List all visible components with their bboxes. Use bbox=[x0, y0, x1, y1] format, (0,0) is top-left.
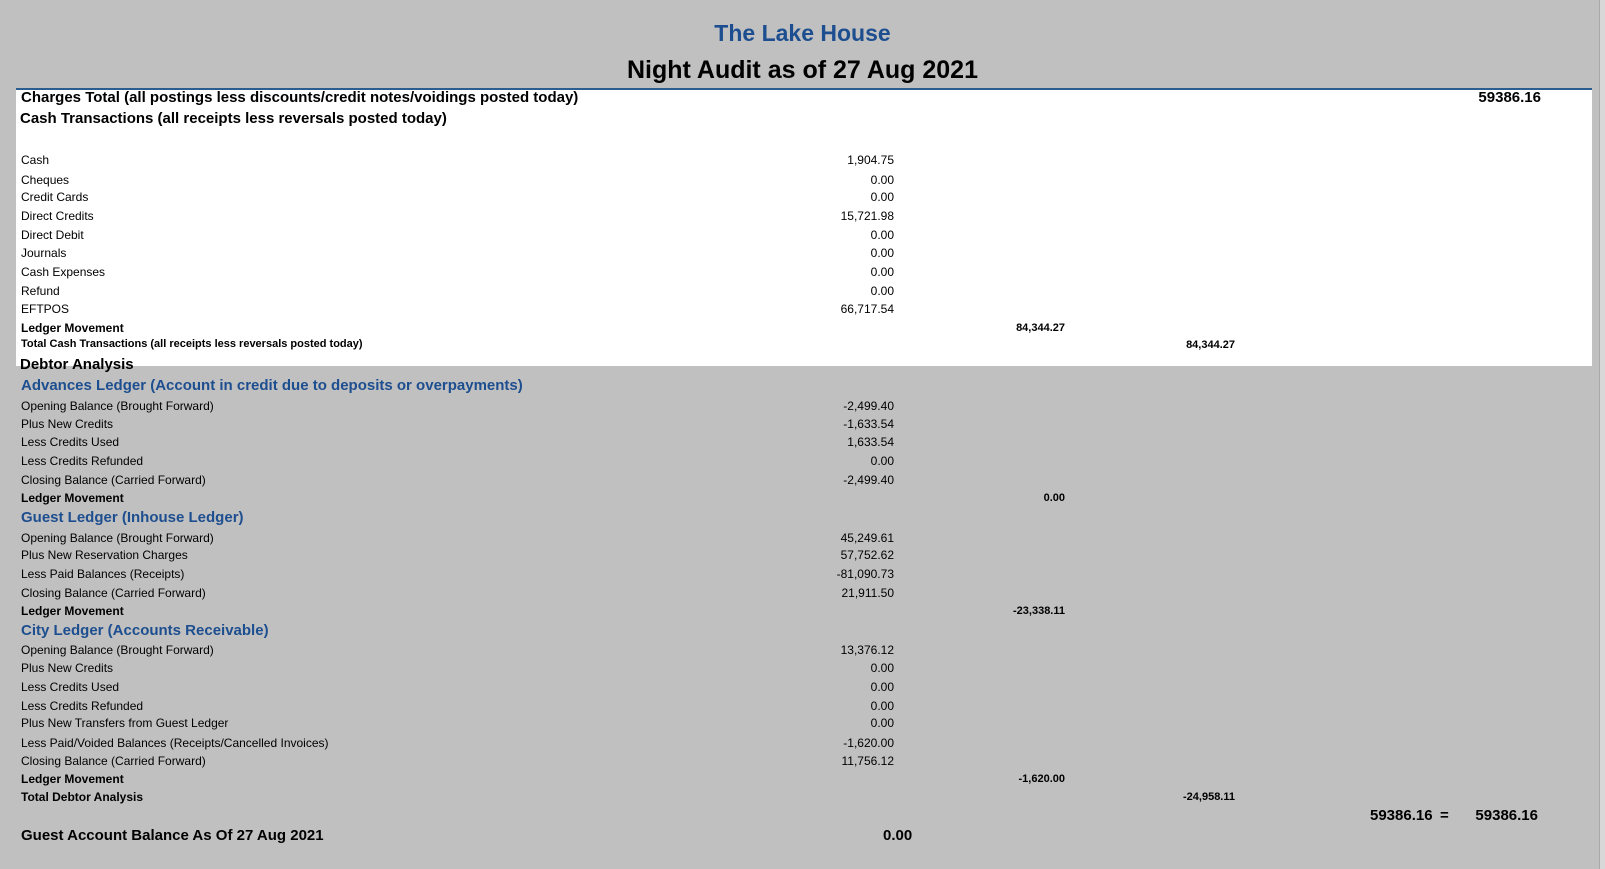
city-row-label: Less Credits Used bbox=[21, 680, 120, 694]
cash-row-value: 0.00 bbox=[870, 246, 894, 260]
guest-row-label: Opening Balance (Brought Forward) bbox=[21, 531, 214, 545]
advances-row-label: Less Credits Refunded bbox=[21, 454, 144, 468]
cash-transactions-header: Cash Transactions (all receipts less rev… bbox=[20, 110, 447, 127]
advances-row-label: Less Credits Used bbox=[21, 435, 120, 449]
guest-row-label: Closing Balance (Carried Forward) bbox=[21, 586, 206, 600]
city-row-label: Plus New Transfers from Guest Ledger bbox=[21, 716, 229, 730]
charges-total-label: Charges Total (all postings less discoun… bbox=[21, 89, 579, 106]
cash-row-value: 1,904.75 bbox=[847, 153, 894, 167]
cash-row-value: 15,721.98 bbox=[840, 209, 894, 223]
city-row-label: Closing Balance (Carried Forward) bbox=[21, 754, 206, 768]
guest-account-balance-label: Guest Account Balance As Of 27 Aug 2021 bbox=[21, 827, 324, 844]
guest-ledger-title: Guest Ledger (Inhouse Ledger) bbox=[21, 509, 244, 526]
cash-row-label: Cheques bbox=[21, 173, 70, 187]
city-row-value: 0.00 bbox=[870, 716, 894, 730]
cash-ledger-movement-value: 84,344.27 bbox=[1016, 322, 1065, 334]
advances-row-value: 1,633.54 bbox=[847, 435, 894, 449]
reconciliation-right-value: 59386.16 bbox=[1475, 807, 1538, 824]
advances-row-label: Opening Balance (Brought Forward) bbox=[21, 399, 214, 413]
cash-summary-panel bbox=[16, 90, 1592, 366]
advances-row-label: Closing Balance (Carried Forward) bbox=[21, 473, 206, 487]
advances-row-value: -2,499.40 bbox=[843, 473, 894, 487]
city-ledger-movement-value: -1,620.00 bbox=[1018, 773, 1065, 785]
cash-ledger-movement-label: Ledger Movement bbox=[21, 321, 124, 335]
city-row-value: 0.00 bbox=[870, 661, 894, 675]
guest-row-label: Less Paid Balances (Receipts) bbox=[21, 567, 185, 581]
advances-row-label: Plus New Credits bbox=[21, 417, 114, 431]
cash-row-value: 0.00 bbox=[870, 228, 894, 242]
guest-account-balance-value: 0.00 bbox=[883, 827, 913, 844]
cash-row-value: 0.00 bbox=[870, 173, 894, 187]
city-row-value: 11,756.12 bbox=[841, 754, 895, 768]
cash-row-value: 66,717.54 bbox=[840, 302, 894, 316]
cash-row-value: 0.00 bbox=[870, 190, 894, 204]
cash-row-label: Direct Debit bbox=[21, 228, 84, 242]
debtor-analysis-header: Debtor Analysis bbox=[20, 356, 134, 373]
cash-row-value: 0.00 bbox=[870, 265, 894, 279]
city-row-value: 0.00 bbox=[870, 680, 894, 694]
guest-row-value: 21,911.50 bbox=[841, 586, 895, 600]
total-debtor-analysis-value: -24,958.11 bbox=[1183, 791, 1235, 803]
city-row-value: 0.00 bbox=[870, 699, 894, 713]
guest-row-label: Plus New Reservation Charges bbox=[21, 548, 188, 562]
city-row-label: Less Paid/Voided Balances (Receipts/Canc… bbox=[21, 736, 329, 750]
advances-ledger-movement-label: Ledger Movement bbox=[21, 491, 124, 505]
cash-row-label: EFTPOS bbox=[21, 302, 70, 316]
total-debtor-analysis-label: Total Debtor Analysis bbox=[21, 790, 144, 804]
cash-row-label: Refund bbox=[21, 284, 60, 298]
city-row-value: -1,620.00 bbox=[843, 736, 894, 750]
guest-ledger-movement-label: Ledger Movement bbox=[21, 604, 124, 618]
advances-row-value: -1,633.54 bbox=[843, 417, 894, 431]
vertical-scrollbar[interactable] bbox=[1599, 0, 1605, 869]
guest-row-value: -81,090.73 bbox=[836, 567, 894, 581]
cash-row-label: Credit Cards bbox=[21, 190, 89, 204]
city-ledger-movement-label: Ledger Movement bbox=[21, 772, 124, 786]
guest-ledger-movement-value: -23,338.11 bbox=[1013, 605, 1065, 617]
advances-row-value: 0.00 bbox=[870, 454, 894, 468]
city-ledger-title: City Ledger (Accounts Receivable) bbox=[21, 622, 269, 639]
city-row-value: 13,376.12 bbox=[840, 643, 894, 657]
cash-row-label: Direct Credits bbox=[21, 209, 94, 223]
hotel-name: The Lake House bbox=[714, 20, 891, 46]
cash-row-label: Cash Expenses bbox=[21, 265, 106, 279]
total-cash-transactions-label: Total Cash Transactions (all receipts le… bbox=[21, 338, 363, 350]
city-row-label: Opening Balance (Brought Forward) bbox=[21, 643, 214, 657]
charges-total-value: 59386.16 bbox=[1478, 89, 1541, 106]
reconciliation-equals-sign: = bbox=[1440, 807, 1449, 824]
cash-row-label: Cash bbox=[21, 153, 50, 167]
reconciliation-left-value: 59386.16 bbox=[1370, 807, 1433, 824]
guest-row-value: 45,249.61 bbox=[840, 531, 894, 545]
city-row-label: Less Credits Refunded bbox=[21, 699, 144, 713]
advances-ledger-title: Advances Ledger (Account in credit due t… bbox=[21, 377, 523, 394]
city-row-label: Plus New Credits bbox=[21, 661, 114, 675]
advances-ledger-movement-value: 0.00 bbox=[1043, 492, 1065, 504]
total-cash-transactions-value: 84,344.27 bbox=[1186, 339, 1235, 351]
guest-row-value: 57,752.62 bbox=[840, 548, 894, 562]
cash-row-label: Journals bbox=[21, 246, 67, 260]
cash-row-value: 0.00 bbox=[870, 284, 894, 298]
report-title: Night Audit as of 27 Aug 2021 bbox=[627, 56, 978, 84]
advances-row-value: -2,499.40 bbox=[843, 399, 894, 413]
